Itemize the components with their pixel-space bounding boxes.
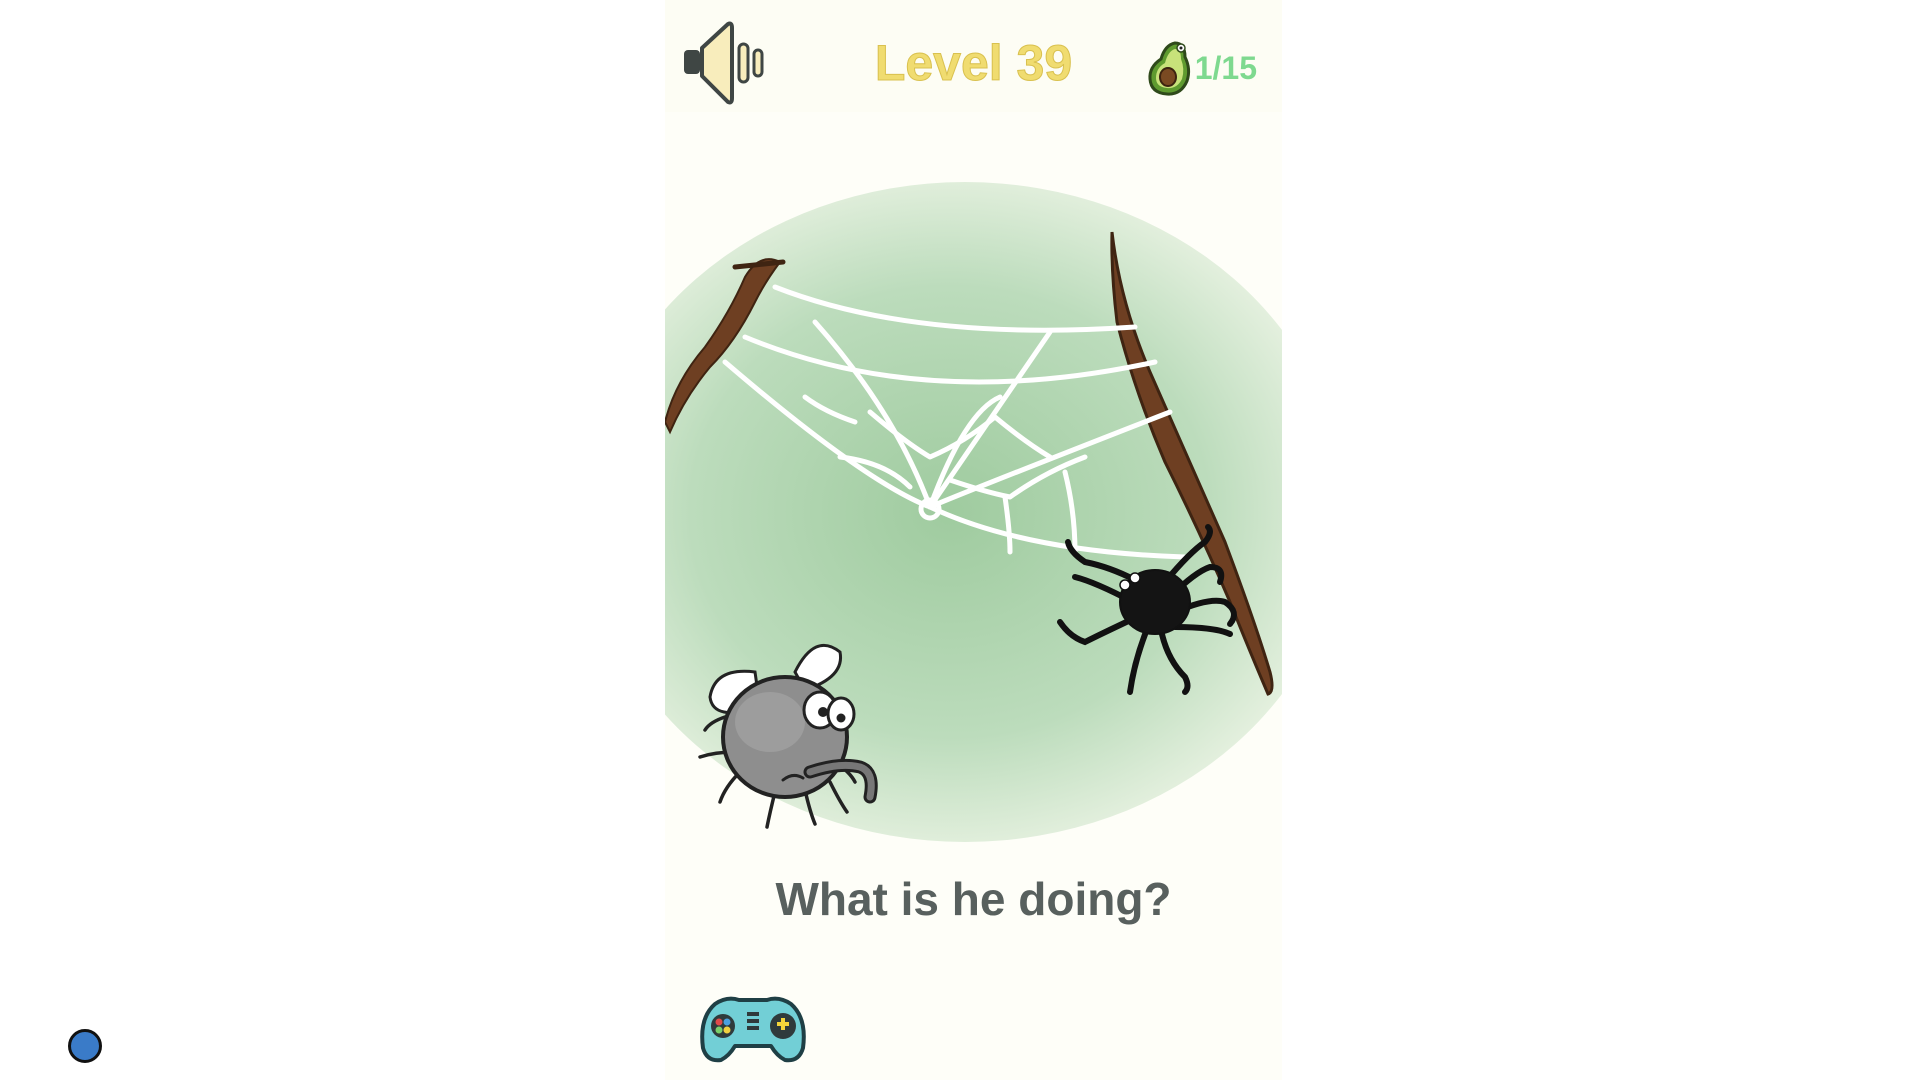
progress-count: 1/15 [1194, 49, 1257, 86]
more-games-button[interactable] [697, 990, 809, 1066]
gamepad-icon [700, 996, 806, 1063]
puzzle-scene[interactable] [665, 112, 1282, 902]
question-text: What is he doing? [775, 873, 1172, 925]
avocado-icon [1148, 41, 1190, 96]
progress-counter: 1/15 [1145, 38, 1257, 98]
top-bar: Level 39 1/15 [665, 0, 1282, 112]
game-panel: Level 39 1/15 What is he doing? [665, 0, 1282, 1080]
floating-assistive-button[interactable] [68, 1029, 102, 1063]
